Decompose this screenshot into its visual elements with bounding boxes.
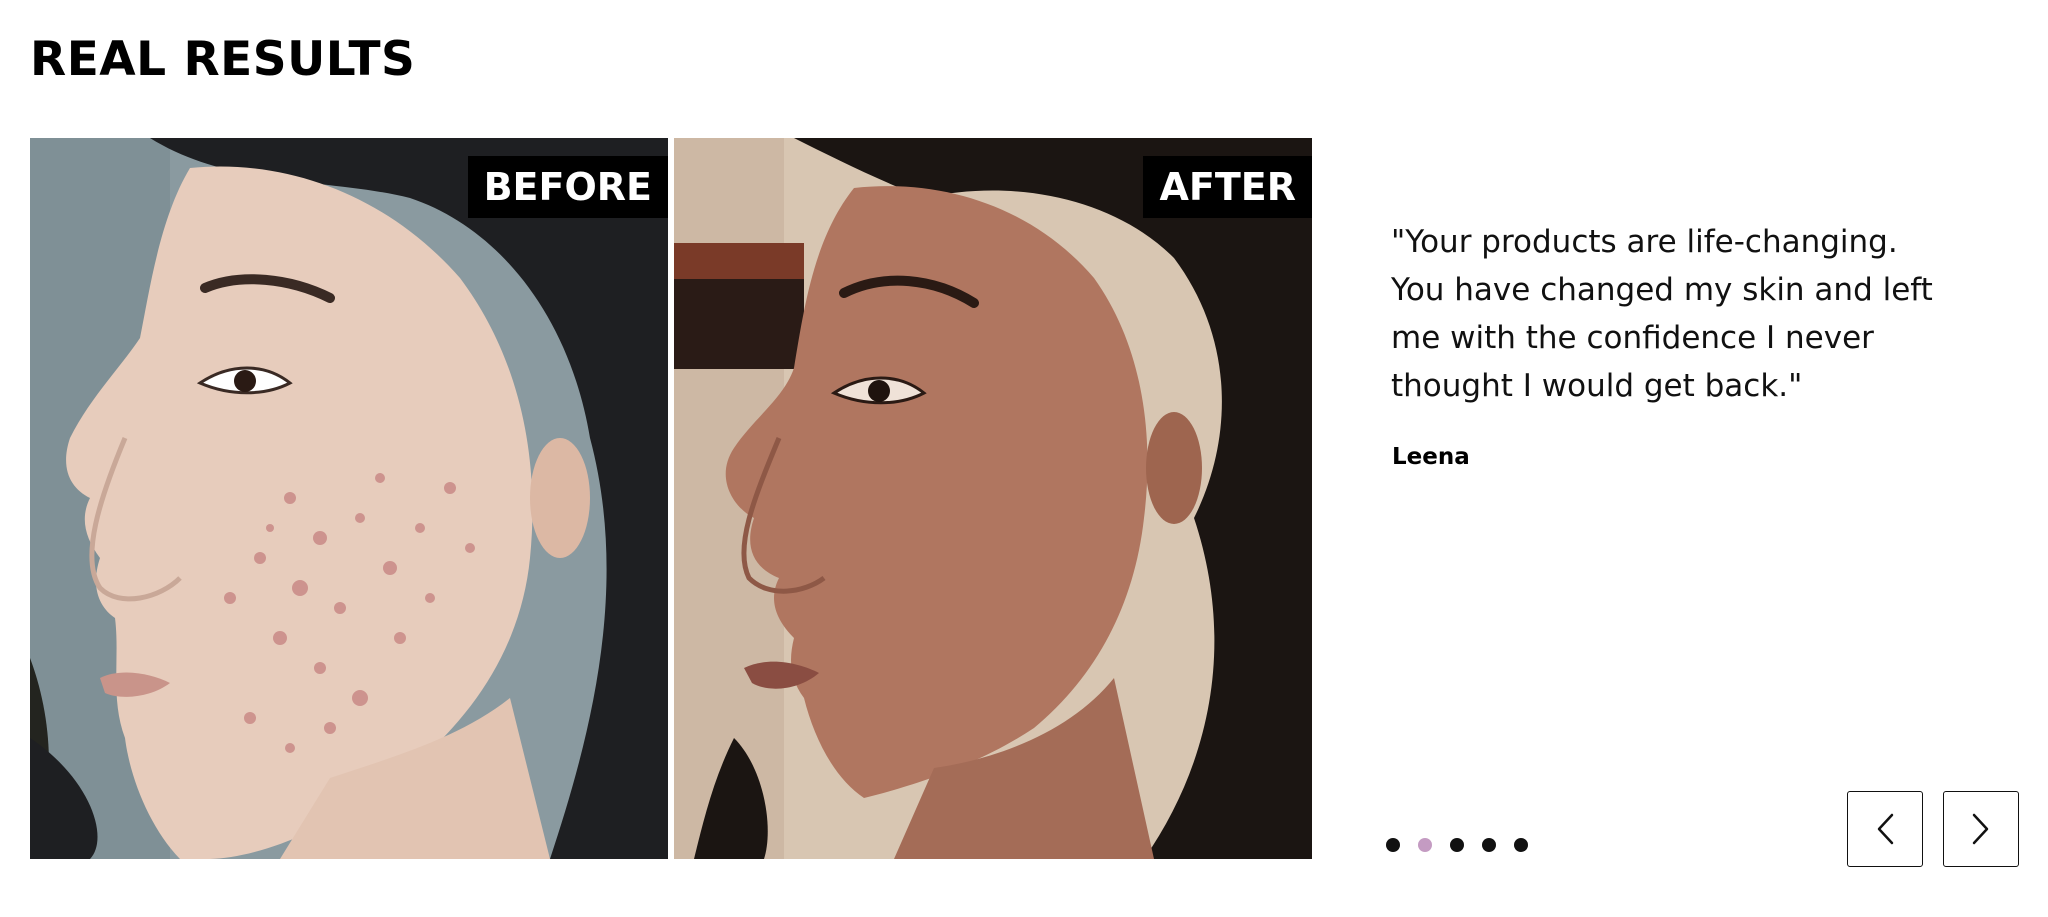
- before-photo: BEFORE: [30, 138, 668, 859]
- next-slide-button[interactable]: [1943, 791, 2019, 867]
- before-label: BEFORE: [467, 156, 668, 218]
- carousel-pagination: [1386, 838, 1528, 852]
- real-results-section: REAL RESULTS BEFORE AFTER "Your products…: [0, 0, 2048, 917]
- after-photo: AFTER: [674, 138, 1312, 859]
- carousel-dot[interactable]: [1482, 838, 1496, 852]
- after-label: AFTER: [1143, 156, 1312, 218]
- chevron-right-icon: [1972, 813, 1989, 845]
- before-face-illustration: [30, 138, 668, 859]
- testimonial-quote: "Your products are life-changing. You ha…: [1391, 224, 1933, 404]
- carousel-dot-active[interactable]: [1418, 838, 1432, 852]
- carousel-dot[interactable]: [1450, 838, 1464, 852]
- section-heading: REAL RESULTS: [30, 32, 416, 87]
- after-face-illustration: [674, 138, 1312, 859]
- previous-slide-button[interactable]: [1847, 791, 1923, 867]
- chevron-left-icon: [1877, 813, 1894, 845]
- carousel-dot[interactable]: [1386, 838, 1400, 852]
- carousel-dot[interactable]: [1514, 838, 1528, 852]
- testimonial-author: Leena: [1392, 444, 1470, 470]
